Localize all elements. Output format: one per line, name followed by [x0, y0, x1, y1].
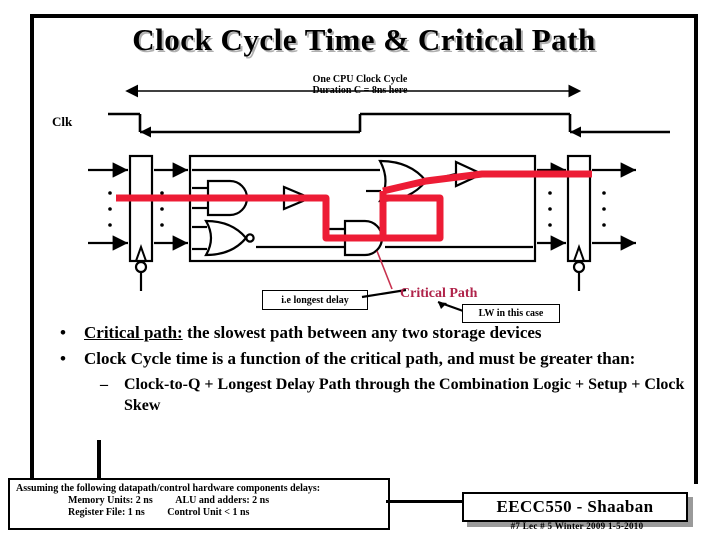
assumptions-box: Assuming the following datapath/control … [8, 478, 390, 530]
left-register-clock-triangle [134, 244, 148, 262]
assumptions-row-1: Memory Units: 2 ns ALU and adders: 2 ns [68, 495, 388, 506]
critical-path-highlight [116, 170, 592, 242]
bullet-item-1: • Critical path: the slowest path betwee… [42, 322, 690, 344]
bullet-item-2: • Clock Cycle time is a function of the … [42, 348, 690, 370]
bullet-1-rest: the slowest path between any two storage… [182, 323, 542, 342]
callout-lw-case: LW in this case [462, 304, 560, 323]
sub-bullet-text: Clock-to-Q + Longest Delay Path through … [124, 376, 685, 414]
bullet-list: • Critical path: the slowest path betwee… [42, 322, 690, 416]
clock-waveform-diagram: Clk [52, 84, 670, 138]
footer-course-badge: EECC550 - Shaaban [462, 492, 688, 522]
bullet-2-rest: Clock Cycle time is a function of the cr… [84, 349, 636, 368]
clk-signal-trace [108, 112, 670, 134]
sub-bullet-marker: – [100, 376, 108, 393]
slide-frame-top [30, 14, 698, 18]
clk-label: Clk [52, 114, 73, 129]
assumptions-row-1-left: Memory Units: 2 ns [68, 495, 153, 506]
left-register-clock-bubble [134, 260, 148, 274]
slide-canvas: Clock Cycle Time & Critical Path One CPU… [0, 0, 720, 540]
assumptions-row-1-right: ALU and adders: 2 ns [175, 495, 270, 506]
or-gate-1-inversion-bubble [245, 233, 255, 243]
footer-course-label: EECC550 - Shaaban [496, 497, 654, 516]
assumptions-row-2-right: Control Unit < 1 ns [167, 507, 250, 518]
bullet-1-lead: Critical path: [84, 323, 183, 342]
sub-bullet-item: – Clock-to-Q + Longest Delay Path throug… [42, 374, 690, 416]
critical-path-circuit-diagram [88, 154, 636, 291]
assumptions-heading: Assuming the following datapath/control … [16, 483, 321, 494]
critical-path-leader-line [376, 250, 393, 290]
bullet-marker-1: • [60, 323, 66, 342]
assumption-footer-connector [386, 500, 466, 503]
right-register-clock-bubble [572, 260, 586, 274]
footer-meta: #7 Lec # 5 Winter 2009 1-5-2010 [510, 521, 644, 531]
callout-longest-delay: i.e longest delay [262, 290, 368, 310]
assumptions-row-2: Register File: 1 ns Control Unit < 1 ns [68, 507, 388, 518]
or-gate-1 [192, 219, 255, 257]
assumptions-row-2-left: Register File: 1 ns [68, 507, 145, 518]
right-register-clock-triangle [572, 244, 586, 262]
bullet-marker-2: • [60, 349, 66, 368]
assumption-box-stem [97, 440, 101, 478]
page-title: Clock Cycle Time & Critical Path [132, 22, 596, 57]
